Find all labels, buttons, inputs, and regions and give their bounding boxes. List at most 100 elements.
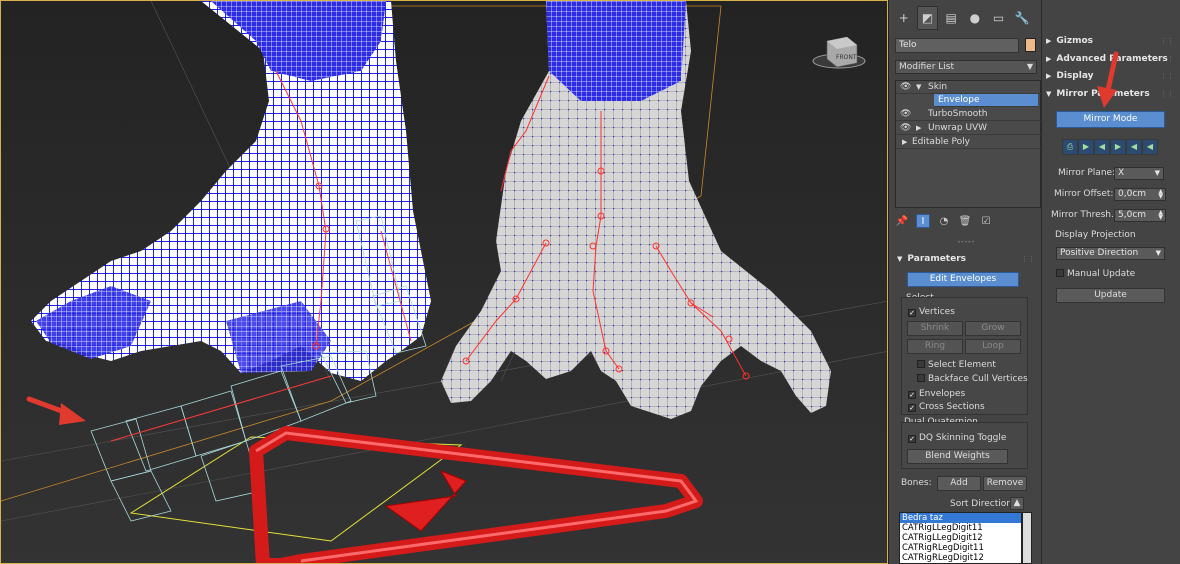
- edit-envelopes-button[interactable]: Edit Envelopes: [907, 272, 1019, 287]
- object-name-field[interactable]: Telo: [895, 38, 1019, 53]
- mirror-tools: ⎙ ▶ ◀ ▶ ◀ ◀: [1062, 139, 1158, 155]
- stack-item-turbosmooth[interactable]: 👁 TurboSmooth: [896, 108, 1041, 121]
- stack-item-editable-poly[interactable]: ▶ Editable Poly: [896, 136, 1041, 149]
- stack-item-label: Unwrap UVW: [928, 123, 988, 133]
- chevron-down-icon: ▼: [1155, 249, 1161, 257]
- display-icon[interactable]: ▭: [988, 6, 1010, 30]
- mirror-paste-icon[interactable]: ⎙: [1063, 140, 1077, 154]
- spinner-arrows-icon[interactable]: ▲ ▼: [1158, 210, 1163, 221]
- backface-cull-checkbox[interactable]: Backface Cull Vertices: [917, 373, 1028, 385]
- bones-list[interactable]: Bedra taz CATRigLLegDigit11 CATRigLLegDi…: [899, 512, 1022, 564]
- paste-blue-to-green-icon[interactable]: ◀: [1095, 140, 1109, 154]
- mirror-mode-button[interactable]: Mirror Mode: [1056, 111, 1165, 128]
- rollout-pin-icon: ⋮⋮: [1160, 37, 1174, 45]
- show-end-result-icon[interactable]: I: [916, 214, 930, 228]
- blend-weights-button[interactable]: Blend Weights: [907, 449, 1008, 464]
- ring-button[interactable]: Ring: [907, 339, 963, 354]
- loop-button[interactable]: Loop: [965, 339, 1021, 354]
- bones-list-item[interactable]: CATRigRLegDigit12: [900, 553, 1021, 563]
- spinner-arrows-icon[interactable]: ▲ ▼: [1158, 189, 1163, 200]
- pin-stack-icon[interactable]: 📌: [895, 214, 909, 228]
- configure-sets-icon[interactable]: ☑: [979, 214, 993, 228]
- bones-list-item[interactable]: CATRigLLegDigit11: [900, 523, 1021, 533]
- modifier-list-dropdown[interactable]: Modifier List ▼: [895, 60, 1037, 74]
- rollout-gizmos[interactable]: ▶ Gizmos: [1046, 34, 1093, 48]
- panel-divider[interactable]: •••••: [895, 240, 1037, 246]
- command-panel-tabs: + ◩ ▤ ● ▭ 🔧: [893, 6, 1033, 32]
- rollout-title: Parameters: [907, 254, 967, 264]
- expand-triangle-icon[interactable]: ▶: [902, 136, 907, 149]
- dq-skinning-checkbox[interactable]: ✓ DQ Skinning Toggle: [908, 432, 1006, 444]
- modify-icon[interactable]: ◩: [916, 6, 939, 30]
- viewport-arrow: [26, 396, 86, 425]
- object-color-swatch[interactable]: [1025, 38, 1036, 52]
- bones-list-item[interactable]: CATRigRLegDigit11: [900, 543, 1021, 553]
- display-projection-dropdown[interactable]: Positive Direction ▼: [1056, 247, 1165, 260]
- eye-icon[interactable]: 👁: [900, 81, 911, 94]
- rollout-parameters[interactable]: ▼ Parameters: [897, 252, 966, 266]
- eye-icon[interactable]: 👁: [900, 122, 911, 135]
- stack-item-label: Envelope: [938, 95, 980, 105]
- mirror-plane-dropdown[interactable]: X ▼: [1114, 167, 1164, 180]
- make-unique-icon[interactable]: ◔: [937, 214, 951, 228]
- motion-icon[interactable]: ●: [964, 6, 986, 30]
- manual-update-checkbox[interactable]: Manual Update: [1056, 268, 1135, 280]
- display-projection-label: Display Projection: [1055, 230, 1136, 240]
- stack-item-envelope[interactable]: Envelope: [934, 94, 1038, 107]
- stack-toolbar: 📌 I ◔ 🗑 ☑: [895, 212, 1035, 230]
- expand-triangle-icon: ▶: [1046, 37, 1052, 45]
- utilities-icon[interactable]: 🔧: [1011, 6, 1033, 30]
- envelopes-checkbox[interactable]: ✓ Envelopes: [908, 388, 965, 400]
- remove-bone-button[interactable]: Remove: [983, 476, 1027, 491]
- mirror-thresh-spinner[interactable]: 5,0cm ▲ ▼: [1114, 209, 1166, 222]
- rollout-pin-icon: ⋮⋮: [1021, 255, 1035, 263]
- stack-item-unwrap[interactable]: 👁 ▶ Unwrap UVW: [896, 122, 1041, 135]
- vertices-checkbox[interactable]: ✓ Vertices: [908, 306, 955, 318]
- expand-triangle-icon: ▶: [1046, 55, 1052, 63]
- paste-blue-bones-icon[interactable]: ◀: [1127, 140, 1141, 154]
- collapse-triangle-icon: ▼: [897, 255, 903, 263]
- command-panel: + ◩ ▤ ● ▭ 🔧 Telo Modifier List ▼ 👁 ▼ Ski…: [888, 0, 1041, 564]
- right-foot-mesh: [441, 1, 831, 419]
- bones-list-scrollbar[interactable]: [1022, 512, 1032, 564]
- eye-icon[interactable]: 👁: [900, 108, 911, 121]
- mirror-thresh-label: Mirror Thresh.:: [1051, 210, 1117, 220]
- add-bone-button[interactable]: Add: [937, 476, 981, 491]
- bones-list-item[interactable]: Bedra taz: [900, 513, 1021, 523]
- chevron-down-icon: ▼: [1026, 62, 1033, 71]
- svg-text:FRONT: FRONT: [836, 54, 857, 61]
- scene-render: FRONT: [1, 1, 887, 563]
- bones-label: Bones:: [901, 478, 932, 488]
- expand-triangle-icon[interactable]: ▶: [916, 122, 921, 135]
- sort-direction-up-icon[interactable]: ▲: [1010, 497, 1024, 510]
- rollout-pin-icon: ⋮⋮: [1160, 90, 1174, 98]
- paste-blue-verts-icon[interactable]: ◀: [1143, 140, 1157, 154]
- create-icon[interactable]: +: [893, 6, 915, 30]
- viewcube[interactable]: FRONT: [812, 36, 866, 69]
- stack-item-label: Skin: [928, 82, 948, 92]
- left-foot-mesh: [31, 1, 431, 381]
- collapse-triangle-icon[interactable]: ▼: [916, 81, 921, 94]
- update-button[interactable]: Update: [1056, 288, 1165, 303]
- grow-button[interactable]: Grow: [965, 321, 1021, 336]
- collapse-triangle-icon: ▼: [1046, 90, 1052, 98]
- rollout-pin-icon: ⋮⋮: [1160, 72, 1174, 80]
- paste-green-to-blue-icon[interactable]: ▶: [1079, 140, 1093, 154]
- mirror-mode-arrow: [1097, 51, 1119, 108]
- stack-item-skin[interactable]: 👁 ▼ Skin: [896, 81, 1041, 94]
- mirror-offset-label: Mirror Offset:: [1054, 189, 1114, 199]
- hierarchy-icon[interactable]: ▤: [940, 6, 962, 30]
- cross-sections-checkbox[interactable]: ✓ Cross Sections: [908, 401, 985, 413]
- bones-list-item[interactable]: CATRigLLegDigit12: [900, 533, 1021, 543]
- sort-direction-label: Sort Direction:: [950, 499, 1015, 509]
- mirror-offset-spinner[interactable]: 0,0cm ▲ ▼: [1114, 188, 1166, 201]
- modifier-stack: 👁 ▼ Skin Envelope 👁 TurboSmooth 👁 ▶ Unwr…: [895, 80, 1041, 208]
- viewport-perspective[interactable]: FRONT: [0, 0, 888, 564]
- modifier-list-label: Modifier List: [899, 62, 954, 72]
- select-element-checkbox[interactable]: Select Element: [917, 359, 996, 371]
- stack-item-label: TurboSmooth: [928, 109, 988, 119]
- shrink-button[interactable]: Shrink: [907, 321, 963, 336]
- remove-modifier-icon[interactable]: 🗑: [958, 214, 972, 228]
- paste-green-bones-icon[interactable]: ▶: [1111, 140, 1125, 154]
- chevron-down-icon: ▼: [1154, 169, 1160, 177]
